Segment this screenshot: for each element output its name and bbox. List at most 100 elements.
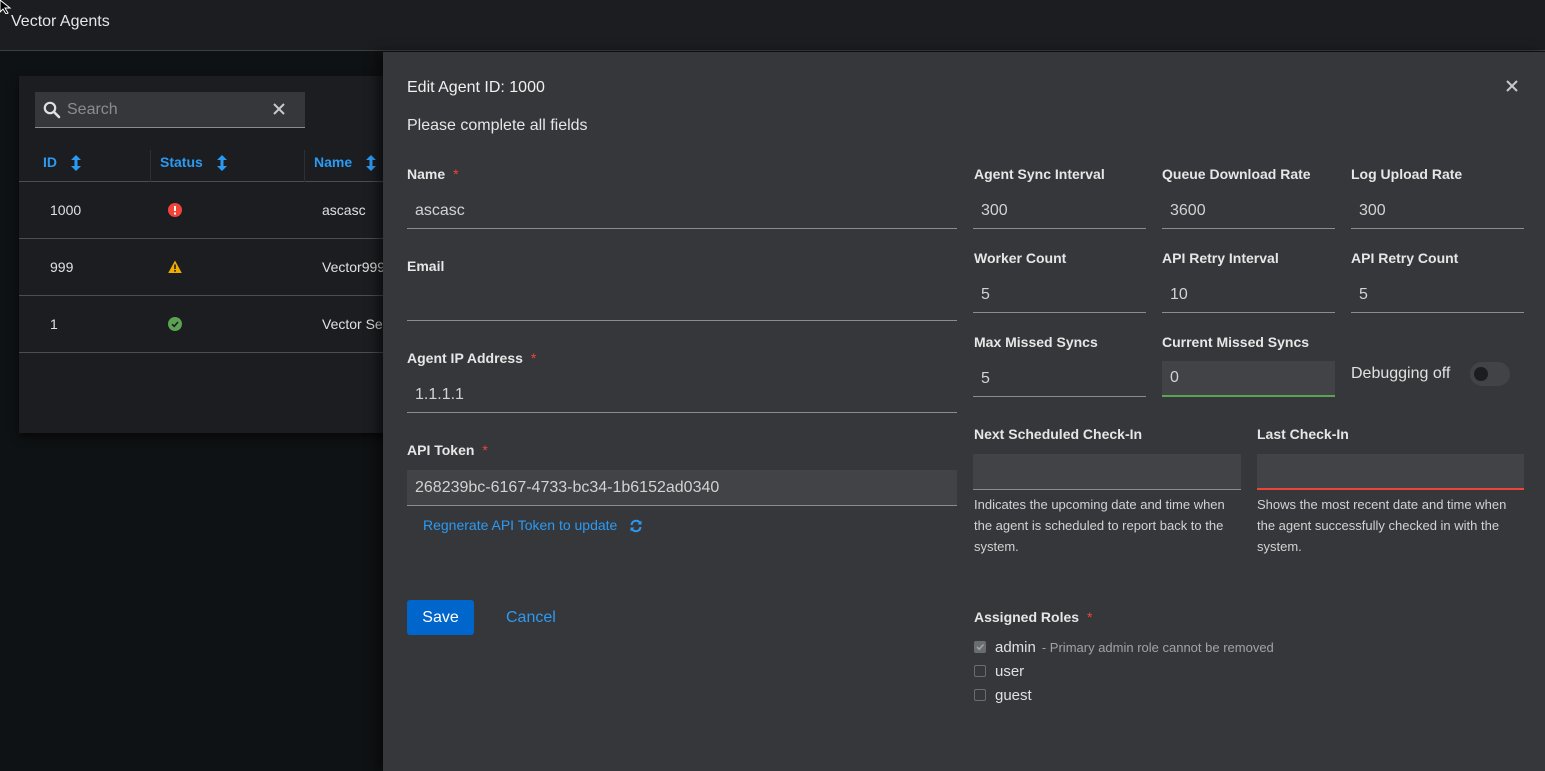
- column-divider: [304, 150, 305, 182]
- next-checkin-input[interactable]: [973, 454, 1241, 489]
- close-icon[interactable]: [1505, 79, 1519, 93]
- sort-icon: [216, 155, 227, 172]
- label-text: API Token: [407, 442, 475, 458]
- api-token-input[interactable]: [407, 470, 957, 505]
- column-header-name[interactable]: Name: [314, 144, 377, 182]
- sort-icon: [70, 155, 81, 172]
- agent-sync-interval-field[interactable]: [973, 193, 1146, 229]
- label-text: Agent IP Address: [407, 350, 523, 366]
- cell-id: 999: [50, 259, 74, 275]
- cell-name: ascasc: [322, 202, 366, 218]
- api-retry-interval-label: API Retry Interval: [1162, 250, 1279, 266]
- cancel-button[interactable]: Cancel: [506, 600, 556, 635]
- last-checkin-label: Last Check-In: [1257, 426, 1349, 442]
- max-missed-syncs-field[interactable]: [973, 361, 1146, 397]
- cell-id: 1000: [50, 202, 82, 218]
- table-row[interactable]: 1 Vector Se: [19, 296, 389, 353]
- role-checkbox-guest[interactable]: [974, 689, 986, 702]
- required-marker: *: [482, 442, 488, 458]
- required-marker: *: [453, 166, 459, 182]
- role-admin[interactable]: admin - Primary admin role cannot be remo…: [974, 639, 1274, 659]
- success-status-icon: [168, 317, 182, 331]
- drawer-subtitle: Please complete all fields: [407, 117, 588, 134]
- api-token-label: API Token *: [407, 442, 488, 458]
- save-button[interactable]: Save: [407, 600, 474, 635]
- worker-count-field[interactable]: [973, 277, 1146, 313]
- label-text: Name: [407, 166, 446, 182]
- max-missed-syncs-label: Max Missed Syncs: [974, 334, 1098, 350]
- search-box[interactable]: [35, 92, 305, 128]
- clear-search-icon[interactable]: [271, 101, 287, 117]
- log-upload-rate-label: Log Upload Rate: [1351, 166, 1463, 182]
- api-retry-interval-field[interactable]: [1162, 277, 1335, 313]
- queue-download-rate-input[interactable]: [1162, 193, 1335, 228]
- current-missed-syncs-field[interactable]: [1162, 361, 1335, 397]
- label-text: Email: [407, 258, 445, 274]
- sort-icon: [366, 155, 377, 172]
- last-checkin-helper: Shows the most recent date and time when…: [1257, 497, 1507, 554]
- email-label: Email: [407, 258, 444, 274]
- worker-count-label: Worker Count: [974, 250, 1067, 266]
- max-missed-syncs-input[interactable]: [973, 361, 1146, 396]
- log-upload-rate-field[interactable]: [1351, 193, 1524, 229]
- email-input[interactable]: [407, 285, 957, 320]
- api-token-field[interactable]: [407, 470, 957, 506]
- ip-address-field[interactable]: [407, 377, 957, 413]
- current-missed-syncs-input[interactable]: [1162, 361, 1335, 395]
- column-label: Status: [160, 154, 203, 170]
- debugging-label: Debugging off: [1351, 365, 1451, 382]
- api-retry-interval-input[interactable]: [1162, 277, 1335, 312]
- table-row[interactable]: 1000 ascasc: [19, 182, 389, 239]
- queue-download-rate-label: Queue Download Rate: [1162, 166, 1311, 182]
- ip-address-label: Agent IP Address *: [407, 350, 536, 366]
- search-input[interactable]: [67, 92, 267, 127]
- cell-name: Vector Se: [322, 316, 383, 332]
- name-field[interactable]: [407, 193, 957, 229]
- toggle-knob: [1474, 367, 1488, 381]
- drawer-title: Edit Agent ID: 1000: [407, 79, 545, 96]
- column-header-status[interactable]: Status: [160, 144, 227, 182]
- table-row[interactable]: 999 Vector999: [19, 239, 389, 296]
- next-checkin-field[interactable]: [973, 454, 1241, 490]
- role-note: - Primary admin role cannot be removed: [1041, 640, 1274, 655]
- name-input[interactable]: [407, 193, 957, 228]
- label-text: Assigned Roles: [974, 609, 1080, 625]
- current-missed-syncs-label: Current Missed Syncs: [1162, 334, 1310, 350]
- email-field[interactable]: [407, 285, 957, 321]
- role-name: user: [995, 663, 1025, 680]
- api-retry-count-field[interactable]: [1351, 277, 1524, 313]
- role-guest[interactable]: guest: [974, 687, 1032, 707]
- api-retry-count-input[interactable]: [1351, 277, 1524, 312]
- ip-address-input[interactable]: [407, 377, 957, 412]
- debugging-toggle[interactable]: [1470, 362, 1510, 386]
- required-marker: *: [530, 350, 537, 366]
- table-header: ID Status Name: [19, 144, 389, 182]
- agent-sync-interval-input[interactable]: [973, 193, 1146, 228]
- column-header-id[interactable]: ID: [43, 144, 81, 182]
- cell-id: 1: [50, 316, 58, 332]
- name-label: Name *: [407, 166, 459, 182]
- masthead: Vector Agents: [0, 0, 1545, 51]
- worker-count-input[interactable]: [973, 277, 1146, 312]
- checkmark-icon: [976, 643, 985, 651]
- column-label: ID: [43, 154, 57, 170]
- regenerate-token-link[interactable]: Regnerate API Token to update: [423, 517, 643, 533]
- assigned-roles-label: Assigned Roles *: [974, 609, 1092, 625]
- last-checkin-field[interactable]: [1257, 454, 1524, 490]
- refresh-icon: [630, 520, 642, 533]
- column-divider: [150, 150, 151, 182]
- api-retry-count-label: API Retry Count: [1351, 250, 1459, 266]
- queue-download-rate-field[interactable]: [1162, 193, 1335, 229]
- role-checkbox-admin[interactable]: [974, 641, 986, 654]
- log-upload-rate-input[interactable]: [1351, 193, 1524, 228]
- agents-table-card: ID Status Name 1000 ascasc 999 Vector999…: [19, 76, 389, 433]
- role-checkbox-user[interactable]: [974, 665, 986, 678]
- error-status-icon: [168, 203, 182, 217]
- required-marker: *: [1087, 609, 1093, 625]
- warning-status-icon: [168, 260, 182, 273]
- mouse-cursor-icon: [0, 0, 12, 14]
- next-checkin-label: Next Scheduled Check-In: [974, 426, 1143, 442]
- cell-name: Vector999: [322, 259, 386, 275]
- last-checkin-input[interactable]: [1257, 454, 1524, 488]
- role-user[interactable]: user: [974, 663, 1024, 683]
